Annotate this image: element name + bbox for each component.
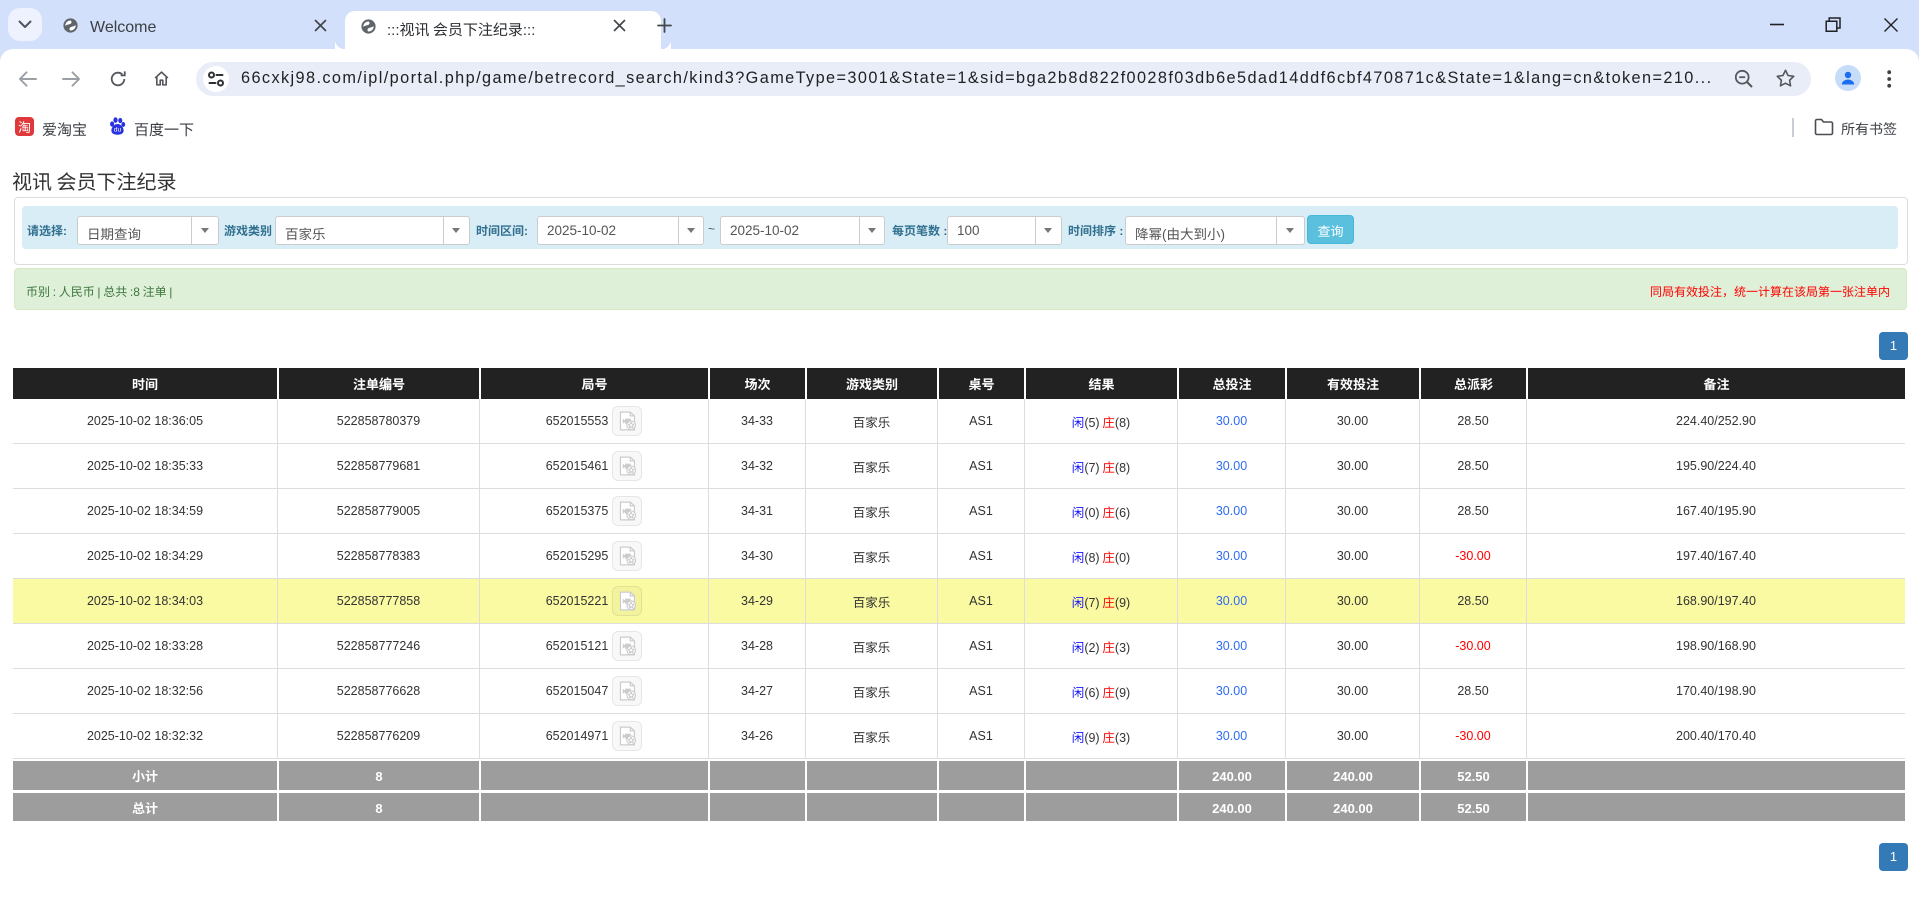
svg-text:du: du bbox=[114, 127, 122, 134]
